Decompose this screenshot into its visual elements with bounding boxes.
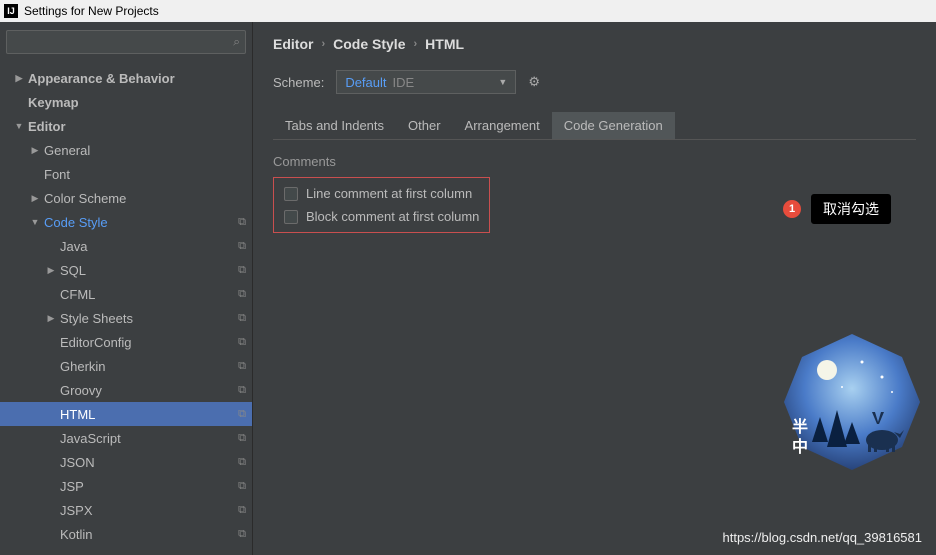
content-panel: Editor › Code Style › HTML Scheme: Defau… (253, 22, 936, 555)
tree-item-color-scheme[interactable]: ▶ Color Scheme (0, 186, 252, 210)
callout-text: 取消勾选 (811, 194, 891, 224)
tree-item-style-sheets[interactable]: ▶ Style Sheets ⧉ (0, 306, 252, 330)
copy-icon[interactable]: ⧉ (238, 528, 246, 541)
scheme-dropdown[interactable]: DefaultIDE ▼ (336, 70, 516, 94)
sidebar: ⌕ ▶ Appearance & Behavior Keymap ▼ Editor ▶ Ge… (0, 22, 253, 555)
copy-icon[interactable]: ⧉ (238, 264, 246, 277)
tree-item-label: JSPX (60, 503, 93, 518)
tree-item-json[interactable]: JSON ⧉ (0, 450, 252, 474)
copy-icon[interactable]: ⧉ (238, 216, 246, 229)
tree-item-label: JSP (60, 479, 84, 494)
tabs: Tabs and IndentsOtherArrangementCode Gen… (273, 112, 916, 140)
tree-item-html[interactable]: HTML ⧉ (0, 402, 252, 426)
tree-item-label: Keymap (28, 95, 79, 110)
chevron-right-icon: ▶ (14, 73, 24, 84)
tree-item-groovy[interactable]: Groovy ⧉ (0, 378, 252, 402)
tree-item-general[interactable]: ▶ General (0, 138, 252, 162)
copy-icon[interactable]: ⧉ (238, 336, 246, 349)
tree-item-label: Font (44, 167, 70, 182)
app-icon: IJ (4, 4, 18, 18)
copy-icon[interactable]: ⧉ (238, 432, 246, 445)
tree-item-editorconfig[interactable]: EditorConfig ⧉ (0, 330, 252, 354)
tree-item-editor[interactable]: ▼ Editor (0, 114, 252, 138)
breadcrumb-editor[interactable]: Editor (273, 36, 313, 52)
copy-icon[interactable]: ⧉ (238, 312, 246, 325)
block-comment-label: Block comment at first column (306, 209, 479, 224)
tree-item-label: Color Scheme (44, 191, 126, 206)
tree-item-label: Code Style (44, 215, 108, 230)
chevron-down-icon: ▼ (30, 217, 40, 227)
chevron-down-icon: ▼ (14, 121, 24, 131)
comments-section-label: Comments (273, 154, 916, 169)
tab-other[interactable]: Other (396, 112, 453, 139)
tree-item-java[interactable]: Java ⧉ (0, 234, 252, 258)
copy-icon[interactable]: ⧉ (238, 480, 246, 493)
chevron-down-icon: ▼ (498, 77, 507, 87)
tree-item-javascript[interactable]: JavaScript ⧉ (0, 426, 252, 450)
tree-item-label: JSON (60, 455, 95, 470)
callout-number: 1 (783, 200, 801, 218)
svg-text:半: 半 (792, 417, 808, 436)
copy-icon[interactable]: ⧉ (238, 288, 246, 301)
line-comment-label: Line comment at first column (306, 186, 472, 201)
tree-item-label: Editor (28, 119, 66, 134)
tree-item-label: Appearance & Behavior (28, 71, 175, 86)
tree-item-label: HTML (60, 407, 95, 422)
svg-text:中: 中 (792, 437, 808, 456)
tree-item-keymap[interactable]: Keymap (0, 90, 252, 114)
chevron-right-icon: › (413, 38, 417, 50)
window-title: Settings for New Projects (24, 4, 159, 18)
tree-item-font[interactable]: Font (0, 162, 252, 186)
tree-item-label: SQL (60, 263, 86, 278)
comments-group: Line comment at first column Block comme… (273, 177, 490, 233)
tree-item-gherkin[interactable]: Gherkin ⧉ (0, 354, 252, 378)
checkbox-icon[interactable] (284, 187, 298, 201)
scheme-label: Scheme: (273, 75, 324, 90)
tab-tabs-and-indents[interactable]: Tabs and Indents (273, 112, 396, 139)
block-comment-option[interactable]: Block comment at first column (284, 209, 479, 224)
tree-item-label: Style Sheets (60, 311, 133, 326)
watermark-url: https://blog.csdn.net/qq_39816581 (723, 530, 923, 545)
copy-icon[interactable]: ⧉ (238, 408, 246, 421)
tree-item-label: Groovy (60, 383, 102, 398)
chevron-right-icon: ▶ (30, 193, 40, 204)
copy-icon[interactable]: ⧉ (238, 504, 246, 517)
titlebar: IJ Settings for New Projects (0, 0, 936, 22)
tree-item-label: Gherkin (60, 359, 106, 374)
tree-item-jspx[interactable]: JSPX ⧉ (0, 498, 252, 522)
chevron-right-icon: ▶ (30, 145, 40, 156)
chevron-right-icon: ▶ (46, 265, 56, 276)
tree-item-label: Kotlin (60, 527, 93, 542)
breadcrumb-codestyle[interactable]: Code Style (333, 36, 405, 52)
breadcrumb-html: HTML (425, 36, 464, 52)
settings-tree: ▶ Appearance & Behavior Keymap ▼ Editor ▶ Gene… (0, 62, 252, 555)
search-input[interactable] (6, 30, 246, 54)
copy-icon[interactable]: ⧉ (238, 240, 246, 253)
chevron-right-icon: › (321, 38, 325, 50)
tree-item-label: EditorConfig (60, 335, 132, 350)
tree-item-jsp[interactable]: JSP ⧉ (0, 474, 252, 498)
line-comment-option[interactable]: Line comment at first column (284, 186, 479, 201)
tree-item-kotlin[interactable]: Kotlin ⧉ (0, 522, 252, 546)
tab-code-generation[interactable]: Code Generation (552, 112, 675, 139)
tree-item-appearance-behavior[interactable]: ▶ Appearance & Behavior (0, 66, 252, 90)
copy-icon[interactable]: ⧉ (238, 360, 246, 373)
checkbox-icon[interactable] (284, 210, 298, 224)
tree-item-label: Java (60, 239, 87, 254)
tree-item-label: General (44, 143, 90, 158)
annotation-callout: 1 取消勾选 (783, 194, 891, 224)
copy-icon[interactable]: ⧉ (238, 384, 246, 397)
watermark-avatar: 半 中 (782, 332, 922, 472)
tab-arrangement[interactable]: Arrangement (453, 112, 552, 139)
breadcrumb: Editor › Code Style › HTML (273, 36, 916, 52)
tree-item-label: CFML (60, 287, 95, 302)
tree-item-cfml[interactable]: CFML ⧉ (0, 282, 252, 306)
tree-item-code-style[interactable]: ▼ Code Style ⧉ (0, 210, 252, 234)
gear-icon[interactable]: ⚙ (528, 74, 540, 90)
tree-item-sql[interactable]: ▶ SQL ⧉ (0, 258, 252, 282)
copy-icon[interactable]: ⧉ (238, 456, 246, 469)
search-icon: ⌕ (233, 35, 240, 50)
chevron-right-icon: ▶ (46, 313, 56, 324)
tree-item-label: JavaScript (60, 431, 121, 446)
